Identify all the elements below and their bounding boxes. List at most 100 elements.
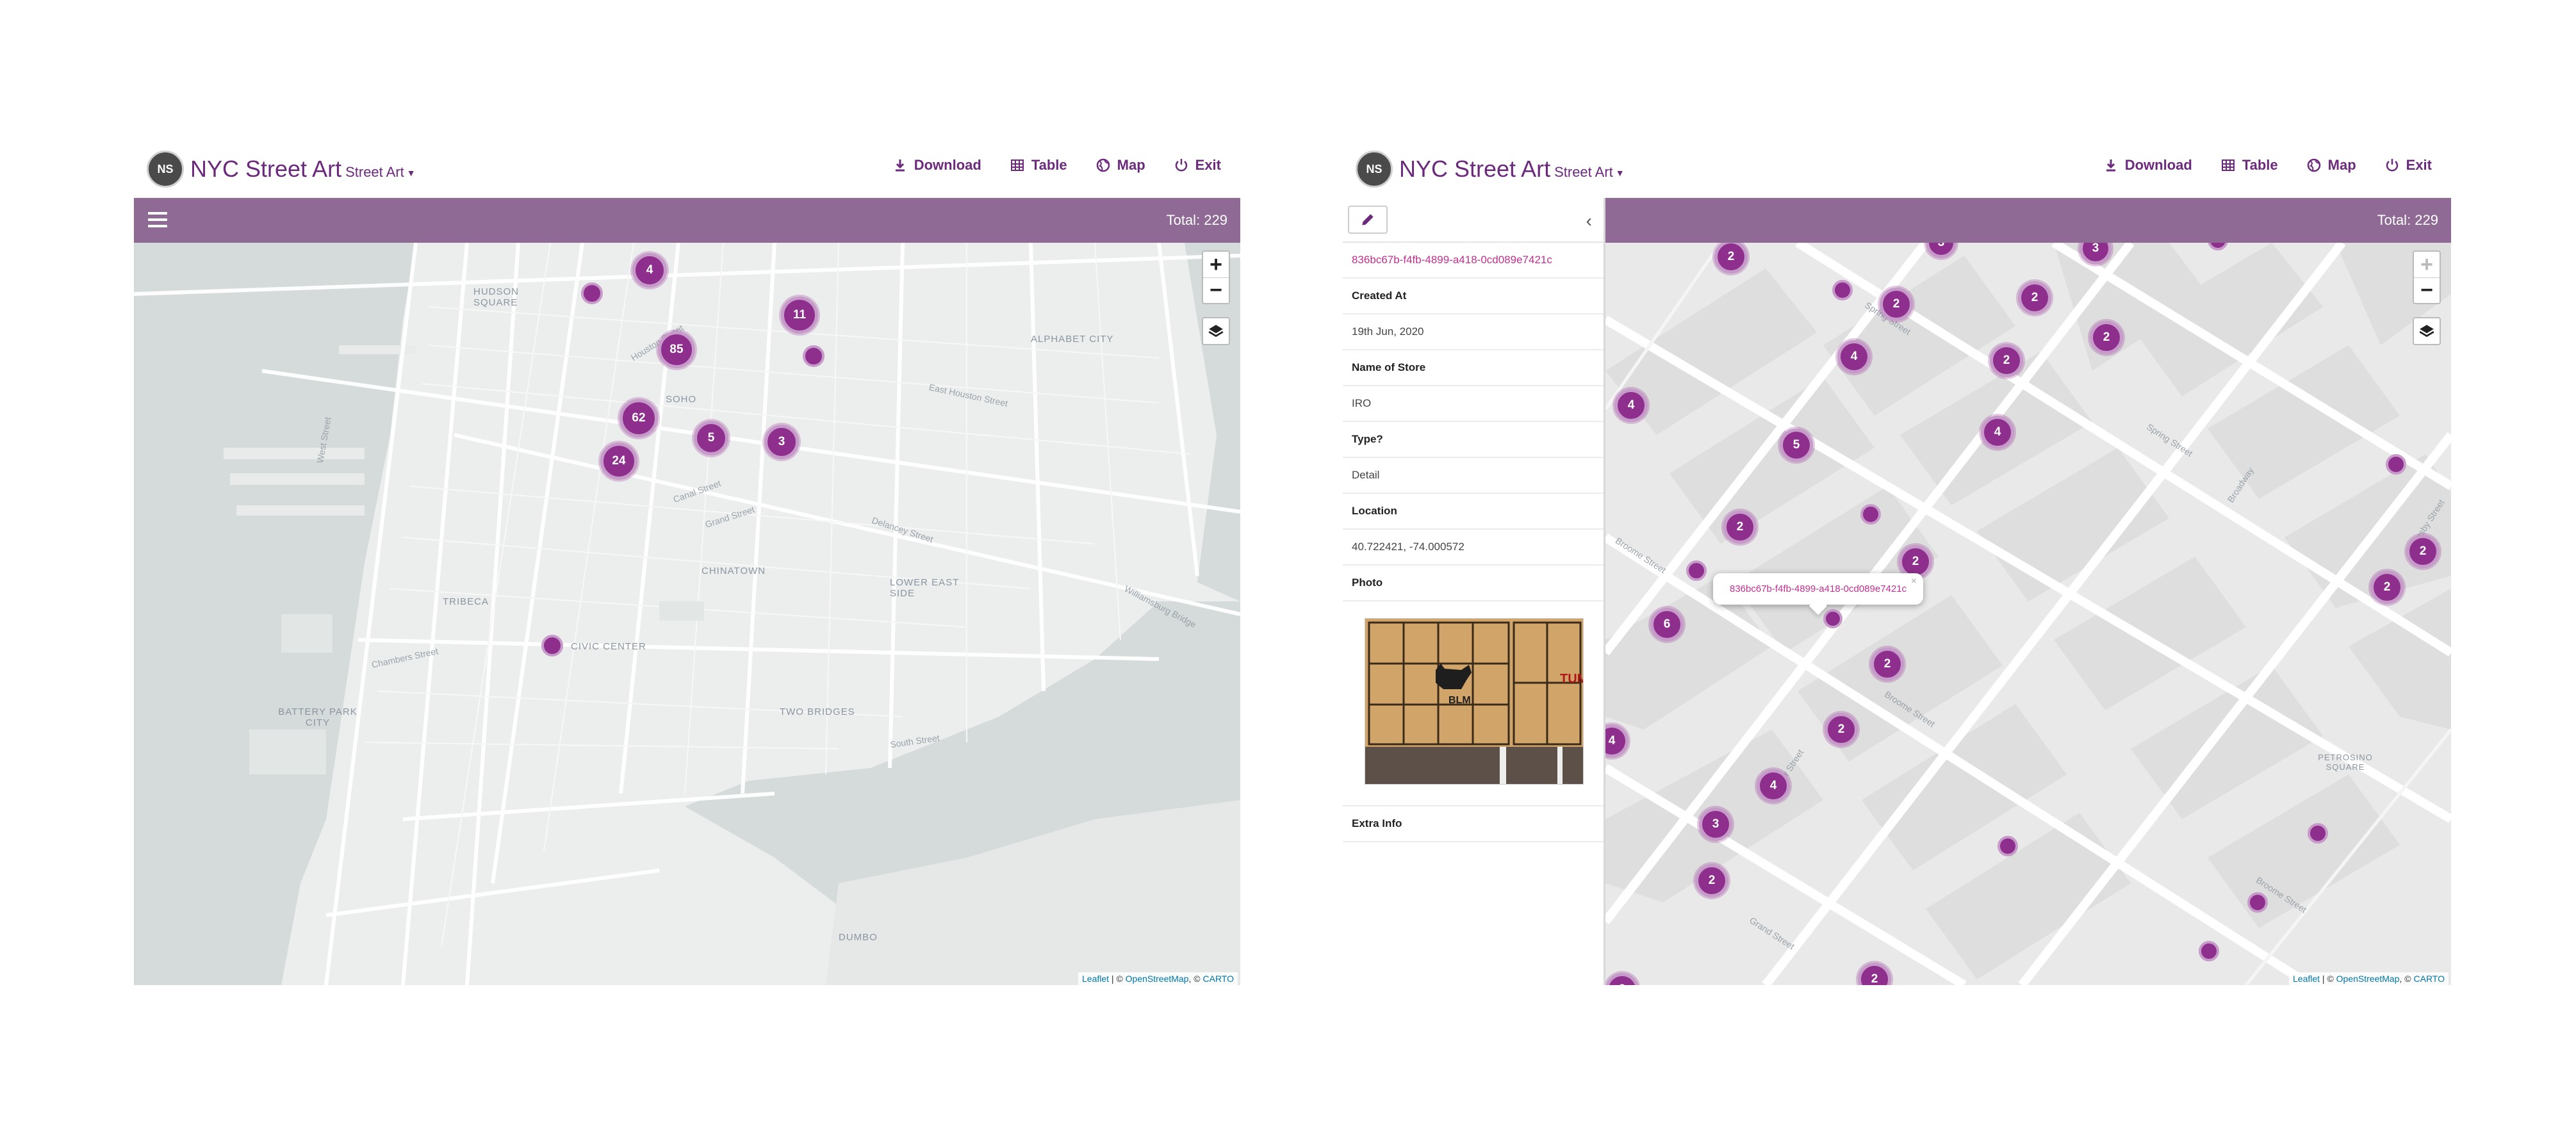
avatar[interactable]: NS	[147, 151, 184, 188]
neighborhood-label: ALPHABET CITY	[1031, 334, 1114, 345]
record-detail-pane: ‹ 836bc67b-f4fb-4899-a418-0cd089e7421c C…	[1343, 198, 1605, 985]
download-button[interactable]: Download	[2103, 157, 2192, 174]
marker-cluster[interactable]: 2	[1825, 713, 1858, 746]
map-marker[interactable]	[2199, 941, 2219, 961]
map-marker[interactable]	[541, 635, 563, 657]
pencil-icon	[1362, 214, 1374, 225]
avatar[interactable]: NS	[1356, 151, 1393, 188]
download-icon	[2106, 159, 2115, 172]
neighborhood-label: DUMBO	[839, 932, 878, 943]
marker-cluster[interactable]: 4	[1757, 769, 1790, 803]
field-value: IRO	[1343, 386, 1604, 422]
street-art-photo[interactable]: BLM TUM	[1365, 618, 1584, 785]
carto-link[interactable]: CARTO	[2414, 974, 2445, 984]
marker-cluster[interactable]: 11	[781, 297, 818, 334]
zoom-out-button[interactable]: −	[1203, 277, 1229, 303]
dataset-selector[interactable]: Street Art ▼	[345, 164, 416, 180]
exit-button[interactable]: Exit	[2384, 157, 2432, 174]
marker-cluster[interactable]: 3	[1699, 808, 1732, 841]
field-label: Name of Store	[1343, 350, 1604, 386]
marker-cluster[interactable]: 2	[1871, 648, 1904, 681]
zoom-in-button[interactable]: +	[2414, 252, 2440, 277]
marker-cluster[interactable]: 4	[1614, 389, 1648, 422]
marker-cluster[interactable]: 85	[658, 331, 695, 368]
osm-link[interactable]: OpenStreetMap	[1126, 974, 1189, 984]
map-marker[interactable]	[2308, 823, 2328, 844]
map-marker[interactable]	[803, 345, 824, 367]
marker-cluster[interactable]: 2	[2406, 535, 2440, 568]
zoom-out-button[interactable]: −	[2414, 277, 2440, 303]
table-button[interactable]: Table	[1010, 157, 1067, 174]
download-label: Download	[914, 157, 981, 173]
edit-button[interactable]	[1348, 206, 1388, 234]
carto-link[interactable]: CARTO	[1203, 974, 1235, 984]
field-value: 19th Jun, 2020	[1343, 314, 1604, 350]
field-label: Created At	[1343, 279, 1604, 314]
marker-cluster[interactable]: 4	[632, 253, 667, 288]
map-canvas[interactable]: HUDSON SQUARE SOHO ALPHABET CITY TRIBECA…	[134, 243, 1240, 985]
zoom-control: + −	[1202, 250, 1230, 304]
marker-cluster[interactable]: 2	[1723, 510, 1757, 544]
download-button[interactable]: Download	[892, 157, 981, 174]
menu-icon[interactable]	[148, 212, 167, 229]
marker-cluster[interactable]: 4	[1837, 340, 1871, 373]
neighborhood-label: CIVIC CENTER	[571, 641, 646, 652]
zoom-control: + −	[2413, 250, 2441, 304]
marker-cluster[interactable]: 2	[2090, 321, 2123, 354]
neighborhood-label: TRIBECA	[443, 596, 489, 607]
map-marker[interactable]	[1998, 836, 2018, 856]
map-marker[interactable]	[1686, 560, 1707, 581]
layers-button[interactable]	[1202, 317, 1230, 345]
zoom-in-button[interactable]: +	[1203, 252, 1229, 277]
app-title[interactable]: NYC Street Art Street Art ▼	[190, 156, 416, 183]
marker-cluster[interactable]: 2	[1695, 864, 1728, 897]
attribution-separator: , ©	[2399, 974, 2414, 984]
photo-side-text: TUM	[1560, 672, 1584, 686]
chevron-left-icon[interactable]: ‹	[1586, 211, 1592, 231]
table-icon	[2221, 159, 2235, 171]
map-marker[interactable]	[2247, 892, 2268, 913]
dataset-selector[interactable]: Street Art ▼	[1554, 164, 1625, 180]
map-detail-panel: NS NYC Street Art Street Art ▼ Download Ta…	[1343, 144, 2451, 985]
marker-cluster[interactable]: 5	[1780, 428, 1813, 462]
close-icon[interactable]: ×	[1911, 576, 1917, 587]
map-marker[interactable]	[581, 282, 603, 304]
map-button[interactable]: Map	[1095, 157, 1145, 174]
attribution-separator: | ©	[2320, 974, 2336, 984]
exit-button[interactable]: Exit	[1174, 157, 1221, 174]
layers-button[interactable]	[2413, 317, 2441, 345]
map-button[interactable]: Map	[2306, 157, 2356, 174]
map-attribution: Leaflet | © OpenStreetMap, © CARTO	[1078, 972, 1238, 985]
map-marker[interactable]	[1860, 504, 1881, 525]
marker-cluster[interactable]: 4	[1981, 416, 2014, 449]
marker-cluster[interactable]: 6	[1650, 608, 1684, 641]
map-label: Map	[2327, 157, 2356, 173]
marker-cluster[interactable]: 2	[2370, 571, 2404, 604]
osm-link[interactable]: OpenStreetMap	[2336, 974, 2400, 984]
marker-cluster[interactable]: 62	[619, 399, 658, 437]
neighborhood-label: TWO BRIDGES	[780, 706, 855, 717]
app-title[interactable]: NYC Street Art Street Art ▼	[1399, 156, 1625, 183]
caret-down-icon: ▼	[1615, 168, 1625, 179]
field-label: Location	[1343, 494, 1604, 530]
header-actions: Download Table Map Exit	[2103, 157, 2432, 174]
leaflet-link[interactable]: Leaflet	[2293, 974, 2320, 984]
marker-cluster[interactable]: 2	[2018, 281, 2051, 314]
marker-cluster[interactable]: 2	[1880, 288, 1913, 321]
field-value: Detail	[1343, 458, 1604, 494]
record-id[interactable]: 836bc67b-f4fb-4899-a418-0cd089e7421c	[1343, 243, 1604, 279]
table-button[interactable]: Table	[2220, 157, 2278, 174]
app-title-text: NYC Street Art	[190, 156, 342, 182]
marker-cluster[interactable]: 5	[694, 421, 728, 455]
marker-cluster[interactable]: 24	[600, 443, 637, 480]
map-marker[interactable]	[1832, 280, 1853, 300]
leaflet-link[interactable]: Leaflet	[1082, 974, 1109, 984]
marker-cluster[interactable]: 3	[764, 425, 799, 459]
map-canvas[interactable]: Broome Street Broome Street Broome Stree…	[1605, 243, 2451, 985]
caret-down-icon: ▼	[406, 168, 416, 179]
map-tiles	[1605, 243, 2451, 985]
popup-record-link[interactable]: 836bc67b-f4fb-4899-a418-0cd089e7421c	[1730, 583, 1907, 594]
marker-cluster[interactable]: 2	[1990, 344, 2023, 377]
map-marker[interactable]	[2386, 454, 2406, 475]
map-marker[interactable]	[1823, 609, 1842, 628]
